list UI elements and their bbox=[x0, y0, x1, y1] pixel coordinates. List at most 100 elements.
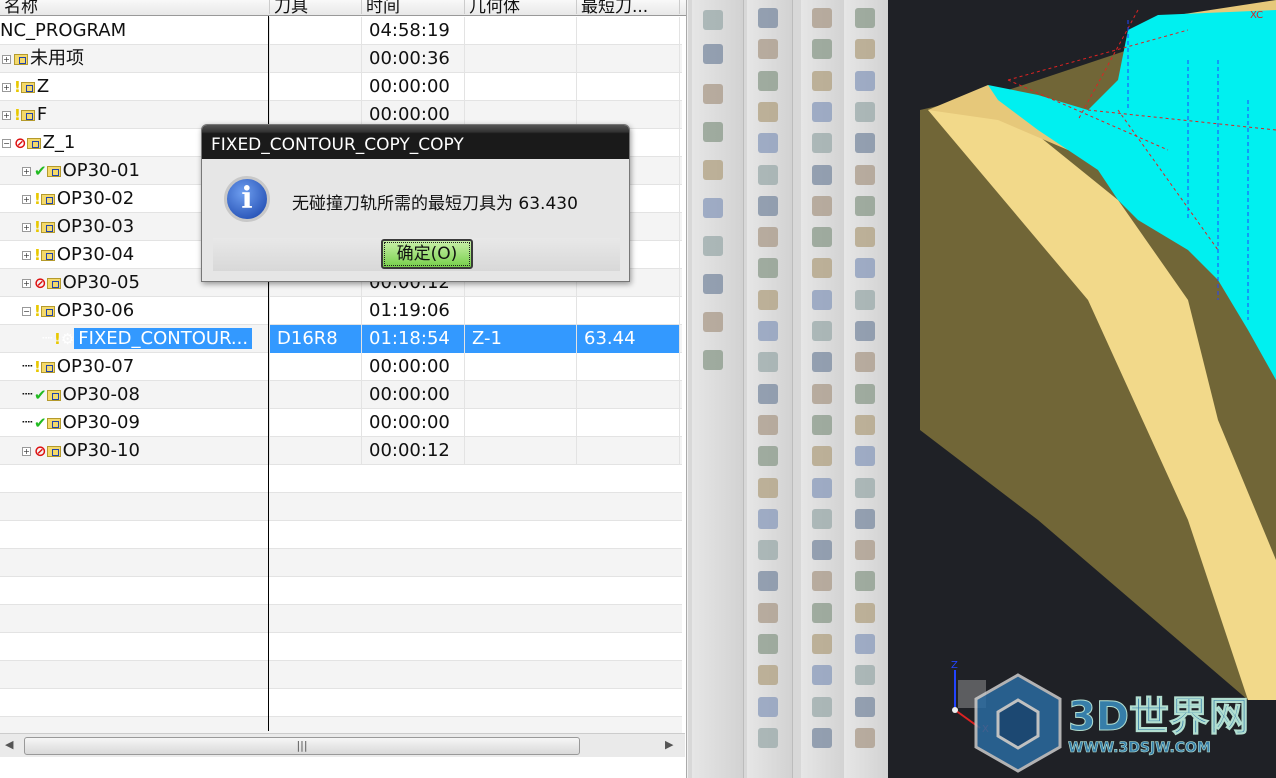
toolbar-button[interactable] bbox=[751, 722, 785, 754]
collapse-icon[interactable]: − bbox=[2, 138, 11, 148]
toolbar-button[interactable] bbox=[751, 503, 785, 535]
toolbar-button[interactable] bbox=[751, 472, 785, 504]
toolbar-button[interactable] bbox=[805, 159, 839, 191]
toolbar-button[interactable] bbox=[805, 221, 839, 253]
toolbar-button[interactable] bbox=[848, 722, 882, 754]
toolbar-button[interactable] bbox=[805, 190, 839, 222]
toolbar-button[interactable] bbox=[848, 159, 882, 191]
graphics-viewport[interactable]: XC Z X 3D世界网 WWW.3DSJW.COM bbox=[888, 0, 1276, 778]
toolbar-button[interactable] bbox=[848, 190, 882, 222]
toolbar-button[interactable] bbox=[751, 409, 785, 441]
toolbar-button[interactable] bbox=[805, 659, 839, 691]
toolbar-button[interactable] bbox=[848, 65, 882, 97]
toolbar-button[interactable] bbox=[848, 597, 882, 629]
toolbar-button[interactable] bbox=[805, 534, 839, 566]
toolbar-button[interactable] bbox=[848, 127, 882, 159]
toolbar-button[interactable] bbox=[751, 440, 785, 472]
expand-icon[interactable]: + bbox=[2, 54, 11, 64]
toolbar-button[interactable] bbox=[696, 192, 730, 224]
toolbar-button[interactable] bbox=[751, 534, 785, 566]
toolbar-button[interactable] bbox=[805, 346, 839, 378]
toolbar-button[interactable] bbox=[805, 96, 839, 128]
expand-icon[interactable]: + bbox=[22, 446, 31, 456]
toolbar-button[interactable] bbox=[805, 252, 839, 284]
col-name[interactable]: 名称 bbox=[0, 0, 270, 14]
tree-row[interactable]: ┈! OP30-07 00:00:00 bbox=[0, 353, 682, 381]
toolbar-button[interactable] bbox=[751, 378, 785, 410]
expand-icon[interactable]: + bbox=[22, 166, 31, 176]
toolbar-button[interactable] bbox=[805, 409, 839, 441]
col-geometry[interactable]: 几何体 bbox=[465, 0, 577, 14]
toolbar-button[interactable] bbox=[696, 78, 730, 110]
collapse-icon[interactable]: − bbox=[22, 306, 31, 316]
expand-icon[interactable]: + bbox=[22, 278, 31, 288]
toolbar-button[interactable] bbox=[805, 472, 839, 504]
toolbar-button[interactable] bbox=[805, 2, 839, 34]
toolbar-button[interactable] bbox=[848, 252, 882, 284]
toolbar-button[interactable] bbox=[848, 221, 882, 253]
toolbar-button[interactable] bbox=[751, 315, 785, 347]
toolbar-button[interactable] bbox=[696, 4, 730, 36]
horizontal-scrollbar[interactable]: ◀ ||| ▶ bbox=[0, 733, 685, 757]
expand-icon[interactable]: + bbox=[22, 194, 31, 204]
scroll-right-icon[interactable]: ▶ bbox=[665, 738, 673, 751]
toolbar-button[interactable] bbox=[848, 691, 882, 723]
toolbar-button[interactable] bbox=[696, 38, 730, 70]
toolbar-button[interactable] bbox=[805, 722, 839, 754]
toolbar-button[interactable] bbox=[848, 628, 882, 660]
scroll-thumb[interactable]: ||| bbox=[24, 737, 580, 755]
toolbar-button[interactable] bbox=[751, 127, 785, 159]
toolbar-button[interactable] bbox=[848, 659, 882, 691]
expand-icon[interactable]: + bbox=[2, 110, 11, 120]
toolbar-button[interactable] bbox=[751, 65, 785, 97]
toolbar-button[interactable] bbox=[848, 440, 882, 472]
toolbar-button[interactable] bbox=[805, 565, 839, 597]
toolbar-button[interactable] bbox=[751, 659, 785, 691]
toolbar-button[interactable] bbox=[805, 503, 839, 535]
toolbar-button[interactable] bbox=[848, 33, 882, 65]
toolbar-button[interactable] bbox=[805, 33, 839, 65]
tree-row[interactable]: ┈✔ OP30-08 00:00:00 bbox=[0, 381, 682, 409]
toolbar-button[interactable] bbox=[751, 252, 785, 284]
tree-row[interactable]: ┈!⚙ FIXED_CONTOUR... D16R8 01:18:54 Z-1 63.44 bbox=[0, 325, 682, 353]
toolbar-button[interactable] bbox=[848, 378, 882, 410]
toolbar-button[interactable] bbox=[848, 315, 882, 347]
toolbar-button[interactable] bbox=[696, 230, 730, 262]
tree-row[interactable]: NC_PROGRAM 04:58:19 bbox=[0, 17, 682, 45]
toolbar-button[interactable] bbox=[848, 409, 882, 441]
toolbar-button[interactable] bbox=[805, 597, 839, 629]
toolbar-button[interactable] bbox=[805, 378, 839, 410]
toolbar-button[interactable] bbox=[805, 127, 839, 159]
toolbar-button[interactable] bbox=[805, 691, 839, 723]
toolbar-button[interactable] bbox=[696, 154, 730, 186]
toolbar-button[interactable] bbox=[751, 2, 785, 34]
toolbar-button[interactable] bbox=[848, 2, 882, 34]
toolbar-button[interactable] bbox=[696, 306, 730, 338]
toolbar-button[interactable] bbox=[751, 565, 785, 597]
tree-row[interactable]: +! Z 00:00:00 bbox=[0, 73, 682, 101]
col-tool[interactable]: 刀具 bbox=[270, 0, 362, 14]
toolbar-button[interactable] bbox=[751, 190, 785, 222]
tree-row[interactable]: + 未用项 00:00:36 bbox=[0, 45, 682, 73]
tree-row[interactable]: + ⊘ OP30-10 00:00:12 bbox=[0, 437, 682, 465]
toolbar-button[interactable] bbox=[805, 315, 839, 347]
toolbar-button[interactable] bbox=[848, 534, 882, 566]
toolbar-button[interactable] bbox=[848, 346, 882, 378]
toolbar-button[interactable] bbox=[751, 346, 785, 378]
expand-icon[interactable]: + bbox=[22, 250, 31, 260]
toolbar-button[interactable] bbox=[848, 96, 882, 128]
toolbar-button[interactable] bbox=[751, 33, 785, 65]
toolbar-button[interactable] bbox=[805, 440, 839, 472]
toolbar-button[interactable] bbox=[751, 691, 785, 723]
scroll-left-icon[interactable]: ◀ bbox=[5, 738, 13, 751]
toolbar-button[interactable] bbox=[751, 159, 785, 191]
toolbar-button[interactable] bbox=[696, 116, 730, 148]
col-min-tool[interactable]: 最短刀... bbox=[577, 0, 680, 14]
toolbar-button[interactable] bbox=[696, 344, 730, 376]
ok-button[interactable]: 确定(O) bbox=[381, 239, 473, 269]
toolbar-button[interactable] bbox=[751, 96, 785, 128]
dialog-title[interactable]: FIXED_CONTOUR_COPY_COPY bbox=[202, 125, 629, 159]
toolbar-button[interactable] bbox=[751, 221, 785, 253]
toolbar-button[interactable] bbox=[751, 628, 785, 660]
toolbar-button[interactable] bbox=[805, 628, 839, 660]
